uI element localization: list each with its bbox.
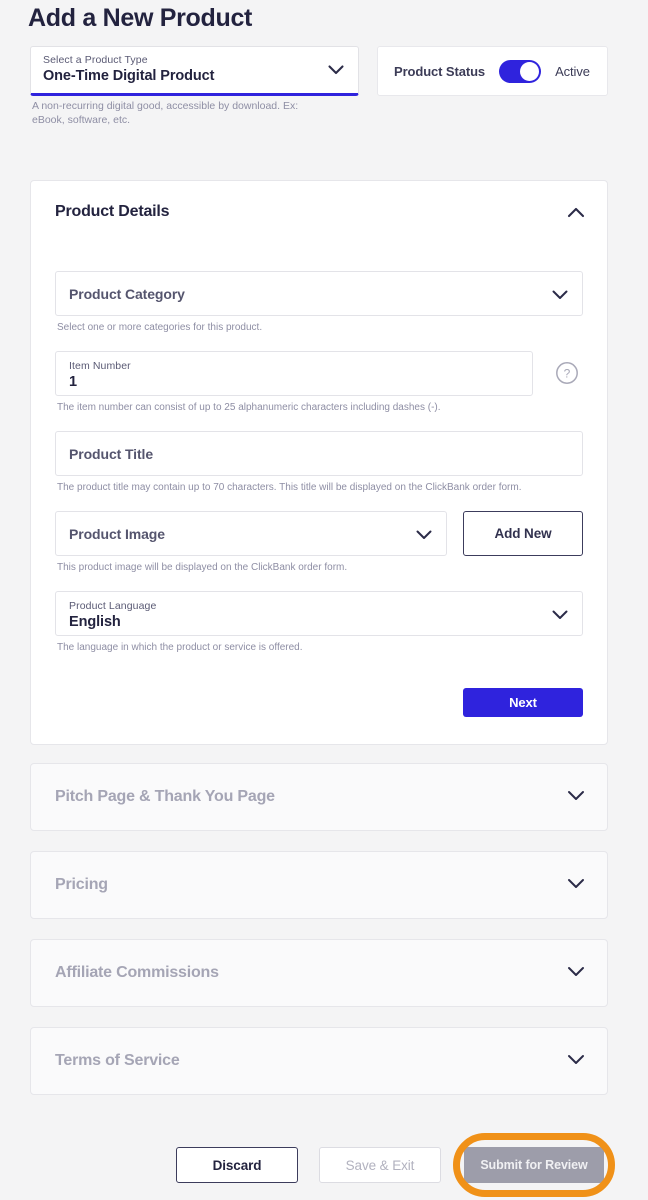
chevron-down-icon xyxy=(567,964,585,982)
item-number-label: Item Number xyxy=(69,360,131,372)
product-status-toggle[interactable] xyxy=(499,59,542,83)
toggle-knob xyxy=(520,61,540,81)
svg-text:?: ? xyxy=(564,367,571,381)
product-status-label: Product Status xyxy=(394,63,486,79)
section-pitch-page[interactable]: Pitch Page & Thank You Page xyxy=(30,763,608,831)
product-type-value: One-Time Digital Product xyxy=(43,68,215,84)
page-title: Add a New Product xyxy=(28,4,253,32)
chevron-down-icon xyxy=(567,788,585,806)
product-title-placeholder: Product Title xyxy=(69,445,154,462)
product-category-placeholder: Product Category xyxy=(69,285,185,302)
product-status-state: Active xyxy=(555,63,590,79)
product-language-label: Product Language xyxy=(69,600,157,612)
chevron-down-icon xyxy=(567,1052,585,1070)
product-language-value: English xyxy=(69,614,121,630)
add-product-page: Add a New Product Select a Product Type … xyxy=(0,0,648,1200)
product-language-select[interactable]: Product Language English xyxy=(55,591,583,636)
item-number-help-text: The item number can consist of up to 25 … xyxy=(57,402,441,413)
section-title: Pitch Page & Thank You Page xyxy=(55,788,275,805)
chevron-down-icon xyxy=(552,290,568,300)
item-number-stack: Item Number 1 xyxy=(69,360,131,392)
discard-button[interactable]: Discard xyxy=(176,1147,298,1183)
chevron-down-icon xyxy=(552,610,568,620)
product-image-placeholder: Product Image xyxy=(69,525,165,542)
chevron-up-icon[interactable] xyxy=(567,205,585,223)
product-type-help-text: A non-recurring digital good, accessible… xyxy=(32,100,299,126)
section-title: Pricing xyxy=(55,876,108,893)
product-details-title: Product Details xyxy=(55,203,170,220)
product-type-label: Select a Product Type xyxy=(43,54,148,66)
save-and-exit-button[interactable]: Save & Exit xyxy=(319,1147,441,1183)
chevron-down-icon xyxy=(567,876,585,894)
product-title-input[interactable]: Product Title xyxy=(55,431,583,476)
item-number-input[interactable]: Item Number 1 xyxy=(55,351,533,396)
section-affiliate-commissions[interactable]: Affiliate Commissions xyxy=(30,939,608,1007)
product-language-help-text: The language in which the product or ser… xyxy=(57,642,303,653)
chevron-down-icon xyxy=(416,530,432,540)
product-category-select[interactable]: Product Category xyxy=(55,271,583,316)
item-number-value: 1 xyxy=(69,374,77,390)
submit-for-review-button[interactable]: Submit for Review xyxy=(464,1147,604,1183)
product-title-help-text: The product title may contain up to 70 c… xyxy=(57,482,522,493)
section-pricing[interactable]: Pricing xyxy=(30,851,608,919)
next-button[interactable]: Next xyxy=(463,688,583,717)
product-image-select[interactable]: Product Image xyxy=(55,511,447,556)
section-title: Terms of Service xyxy=(55,1052,180,1069)
question-mark-circle-icon[interactable]: ? xyxy=(555,361,579,390)
add-new-image-button[interactable]: Add New xyxy=(463,511,583,556)
product-type-select[interactable]: Select a Product Type One-Time Digital P… xyxy=(30,46,359,96)
product-language-stack: Product Language English xyxy=(69,600,156,632)
section-terms-of-service[interactable]: Terms of Service xyxy=(30,1027,608,1095)
product-image-help-text: This product image will be displayed on … xyxy=(57,562,348,573)
product-status-box: Product Status Active xyxy=(377,46,608,96)
product-category-help-text: Select one or more categories for this p… xyxy=(57,322,263,333)
section-title: Affiliate Commissions xyxy=(55,964,219,981)
